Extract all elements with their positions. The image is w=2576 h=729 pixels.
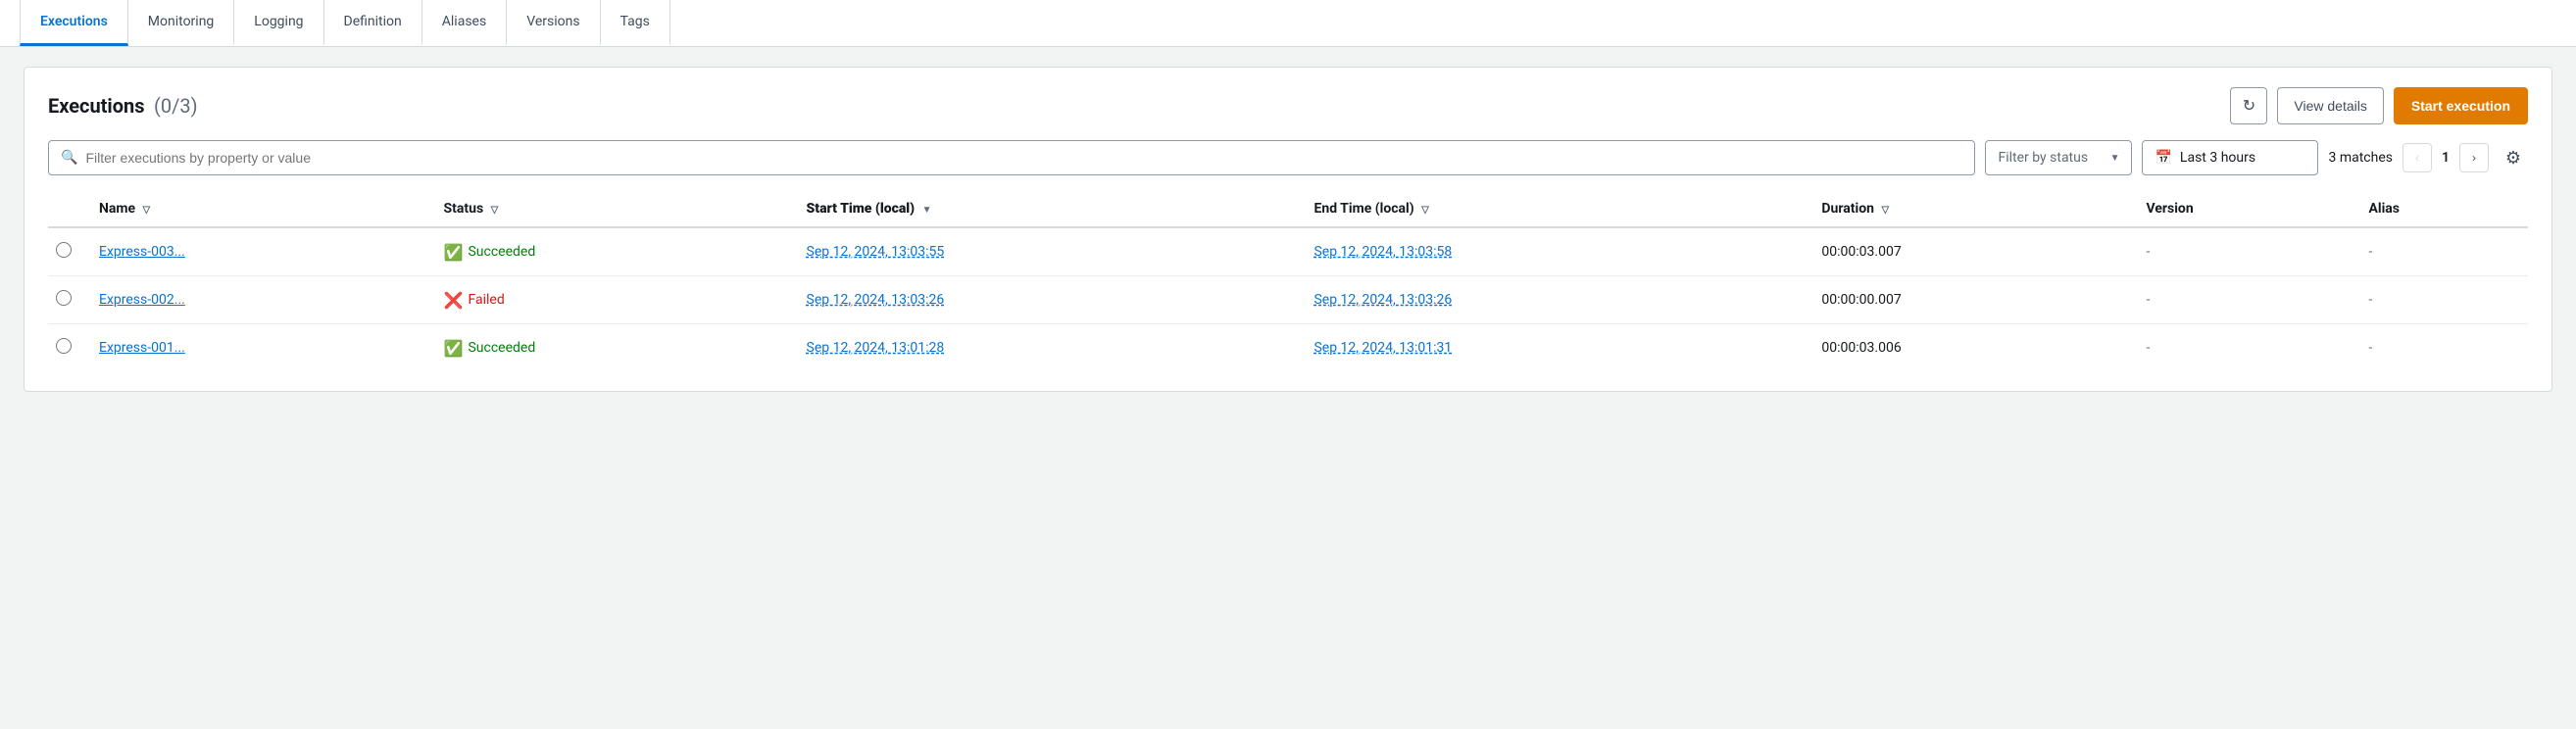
filter-status-label: Filter by status — [1998, 150, 2088, 166]
sort-arrow-duration: ▽ — [1881, 205, 1889, 216]
row-2-radio[interactable] — [56, 338, 72, 354]
row-2-duration: 00:00:03.006 — [1809, 324, 2134, 372]
panel-header: Executions (0/3) ↻ View details Start ex… — [48, 87, 2528, 124]
row-0-alias: - — [2356, 227, 2528, 276]
tab-executions[interactable]: Executions — [20, 0, 128, 46]
calendar-icon: 📅 — [2155, 150, 2171, 166]
check-circle-icon: ✅ — [444, 243, 464, 262]
row-2-end-time-link[interactable]: Sep 12, 2024, 13:01:31 — [1313, 340, 1452, 356]
row-0-name: Express-003... — [87, 227, 432, 276]
row-1-version: - — [2134, 276, 2356, 324]
sort-arrow-name: ▽ — [143, 205, 151, 216]
row-0-end-time-link[interactable]: Sep 12, 2024, 13:03:58 — [1313, 244, 1452, 260]
panel-title: Executions — [48, 94, 145, 118]
col-header-checkbox — [48, 191, 87, 227]
row-0-radio[interactable] — [56, 242, 72, 258]
row-2-start-time-link[interactable]: Sep 12, 2024, 13:01:28 — [807, 340, 945, 356]
column-settings-button[interactable]: ⚙ — [2499, 143, 2528, 172]
row-2-version: - — [2134, 324, 2356, 372]
row-2-start-time: Sep 12, 2024, 13:01:28 — [795, 324, 1303, 372]
sort-arrow-end: ▽ — [1421, 205, 1429, 216]
filter-status-dropdown[interactable]: Filter by status ▼ — [1985, 140, 2132, 175]
row-2-status: ✅Succeeded — [432, 324, 795, 372]
row-1-alias: - — [2356, 276, 2528, 324]
row-1-status-label: Failed — [468, 292, 504, 308]
tab-tags[interactable]: Tags — [601, 0, 670, 46]
row-0-start-time: Sep 12, 2024, 13:03:55 — [795, 227, 1303, 276]
row-2-status-label: Succeeded — [468, 340, 535, 356]
refresh-icon: ↻ — [2243, 96, 2255, 116]
tab-logging[interactable]: Logging — [234, 0, 323, 46]
filter-time-dropdown[interactable]: 📅 Last 3 hours — [2142, 140, 2318, 175]
row-1-checkbox-cell — [48, 276, 87, 324]
prev-page-button[interactable]: ‹ — [2403, 143, 2432, 172]
error-circle-icon: ❌ — [444, 291, 464, 310]
pagination: ‹ 1 › — [2403, 143, 2489, 172]
tab-definition[interactable]: Definition — [324, 0, 422, 46]
matches-count: 3 matches — [2328, 150, 2393, 166]
col-header-end-time[interactable]: End Time (local) ▽ — [1302, 191, 1809, 227]
row-0-start-time-link[interactable]: Sep 12, 2024, 13:03:55 — [807, 244, 945, 260]
next-page-button[interactable]: › — [2459, 143, 2489, 172]
table-header-row: Name ▽ Status ▽ Start Time (local) ▼ End… — [48, 191, 2528, 227]
search-filter-container: 🔍 — [48, 140, 1975, 175]
row-0-status: ✅Succeeded — [432, 227, 795, 276]
table-row: Express-002... ❌Failed Sep 12, 2024, 13:03… — [48, 276, 2528, 324]
search-input[interactable] — [85, 150, 1962, 166]
sort-arrow-status: ▽ — [491, 205, 499, 216]
view-details-button[interactable]: View details — [2277, 87, 2383, 124]
row-1-name-link[interactable]: Express-002... — [99, 292, 185, 308]
chevron-down-icon: ▼ — [2110, 153, 2120, 164]
tab-versions[interactable]: Versions — [507, 0, 600, 46]
page-number: 1 — [2438, 150, 2453, 166]
filter-row: 🔍 Filter by status ▼ 📅 Last 3 hours 3 ma… — [48, 140, 2528, 175]
search-icon: 🔍 — [61, 150, 77, 166]
row-1-start-time-link[interactable]: Sep 12, 2024, 13:03:26 — [807, 292, 945, 308]
check-circle-icon: ✅ — [444, 339, 464, 358]
row-0-duration: 00:00:03.007 — [1809, 227, 2134, 276]
panel-title-group: Executions (0/3) — [48, 94, 198, 118]
col-header-version: Version — [2134, 191, 2356, 227]
col-header-status[interactable]: Status ▽ — [432, 191, 795, 227]
tab-monitoring[interactable]: Monitoring — [128, 0, 235, 46]
row-0-version: - — [2134, 227, 2356, 276]
table-row: Express-003... ✅Succeeded Sep 12, 2024, 13… — [48, 227, 2528, 276]
executions-table: Name ▽ Status ▽ Start Time (local) ▼ End… — [48, 191, 2528, 371]
row-1-status: ❌Failed — [432, 276, 795, 324]
header-actions: ↻ View details Start execution — [2230, 87, 2528, 124]
row-2-end-time: Sep 12, 2024, 13:01:31 — [1302, 324, 1809, 372]
sort-arrow-start: ▼ — [922, 205, 932, 216]
table-row: Express-001... ✅Succeeded Sep 12, 2024, 13… — [48, 324, 2528, 372]
col-header-start-time[interactable]: Start Time (local) ▼ — [795, 191, 1303, 227]
row-0-end-time: Sep 12, 2024, 13:03:58 — [1302, 227, 1809, 276]
tab-aliases[interactable]: Aliases — [422, 0, 507, 46]
top-tab-bar: ExecutionsMonitoringLoggingDefinitionAli… — [0, 0, 2576, 47]
start-execution-button[interactable]: Start execution — [2394, 87, 2528, 124]
row-1-end-time-link[interactable]: Sep 12, 2024, 13:03:26 — [1313, 292, 1452, 308]
row-0-checkbox-cell — [48, 227, 87, 276]
refresh-button[interactable]: ↻ — [2230, 87, 2267, 124]
col-header-alias: Alias — [2356, 191, 2528, 227]
filter-time-label: Last 3 hours — [2180, 150, 2255, 166]
row-2-alias: - — [2356, 324, 2528, 372]
main-content: Executions (0/3) ↻ View details Start ex… — [0, 47, 2576, 412]
col-header-name[interactable]: Name ▽ — [87, 191, 432, 227]
executions-panel: Executions (0/3) ↻ View details Start ex… — [24, 67, 2552, 392]
panel-count: (0/3) — [154, 94, 198, 118]
col-header-duration[interactable]: Duration ▽ — [1809, 191, 2134, 227]
row-2-name-link[interactable]: Express-001... — [99, 340, 185, 356]
row-2-name: Express-001... — [87, 324, 432, 372]
row-2-checkbox-cell — [48, 324, 87, 372]
row-1-radio[interactable] — [56, 290, 72, 306]
row-1-end-time: Sep 12, 2024, 13:03:26 — [1302, 276, 1809, 324]
row-1-start-time: Sep 12, 2024, 13:03:26 — [795, 276, 1303, 324]
row-1-duration: 00:00:00.007 — [1809, 276, 2134, 324]
row-1-name: Express-002... — [87, 276, 432, 324]
row-0-name-link[interactable]: Express-003... — [99, 244, 185, 260]
row-0-status-label: Succeeded — [468, 244, 535, 260]
